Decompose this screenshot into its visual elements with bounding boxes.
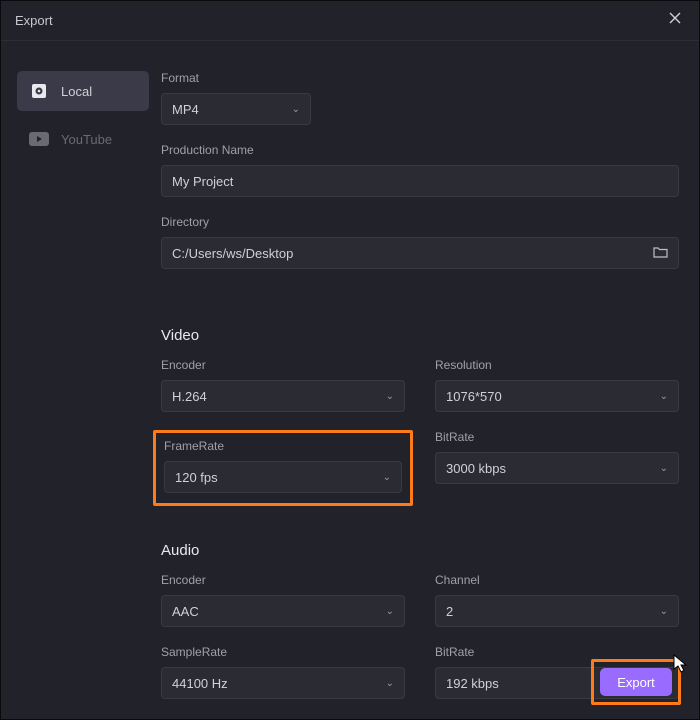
production-name-value: My Project: [172, 174, 233, 189]
resolution-select[interactable]: 1076*570 ⌄: [435, 380, 679, 412]
window-title: Export: [15, 13, 53, 28]
samplerate-value: 44100 Hz: [172, 676, 228, 691]
video-heading: Video: [161, 327, 679, 344]
local-icon: [29, 83, 49, 99]
titlebar: Export: [1, 1, 699, 41]
directory-label: Directory: [161, 215, 679, 229]
directory-value: C:/Users/ws/Desktop: [172, 246, 293, 261]
audio-encoder-label: Encoder: [161, 573, 405, 587]
production-name-input[interactable]: My Project: [161, 165, 679, 197]
framerate-highlight: FrameRate 120 fps ⌄: [153, 430, 413, 506]
sidebar-item-label: Local: [61, 84, 92, 99]
format-select[interactable]: MP4 ⌄: [161, 93, 311, 125]
close-icon[interactable]: [665, 11, 685, 30]
channel-select[interactable]: 2 ⌄: [435, 595, 679, 627]
format-value: MP4: [172, 102, 199, 117]
directory-input[interactable]: C:/Users/ws/Desktop: [161, 237, 679, 269]
chevron-down-icon: ⌄: [386, 606, 394, 617]
framerate-label: FrameRate: [164, 439, 402, 453]
main-panel: Format MP4 ⌄ Production Name My Project …: [161, 41, 699, 719]
audio-bitrate-label: BitRate: [435, 645, 679, 659]
video-bitrate-select[interactable]: 3000 kbps ⌄: [435, 452, 679, 484]
samplerate-select[interactable]: 44100 Hz ⌄: [161, 667, 405, 699]
folder-icon[interactable]: [653, 246, 668, 261]
audio-encoder-select[interactable]: AAC ⌄: [161, 595, 405, 627]
video-encoder-select[interactable]: H.264 ⌄: [161, 380, 405, 412]
chevron-down-icon: ⌄: [660, 391, 668, 402]
chevron-down-icon: ⌄: [292, 104, 300, 115]
channel-value: 2: [446, 604, 453, 619]
sidebar-item-youtube[interactable]: YouTube: [17, 119, 149, 159]
production-name-label: Production Name: [161, 143, 679, 157]
export-button[interactable]: Export: [600, 668, 672, 696]
youtube-icon: [29, 131, 49, 147]
chevron-down-icon: ⌄: [386, 678, 394, 689]
format-label: Format: [161, 71, 679, 85]
video-bitrate-value: 3000 kbps: [446, 461, 506, 476]
video-encoder-value: H.264: [172, 389, 207, 404]
chevron-down-icon: ⌄: [660, 463, 668, 474]
framerate-select[interactable]: 120 fps ⌄: [164, 461, 402, 493]
chevron-down-icon: ⌄: [383, 472, 391, 483]
audio-encoder-value: AAC: [172, 604, 199, 619]
sidebar: Local YouTube: [1, 41, 161, 719]
chevron-down-icon: ⌄: [386, 391, 394, 402]
audio-heading: Audio: [161, 542, 679, 559]
framerate-value: 120 fps: [175, 470, 218, 485]
video-bitrate-label: BitRate: [435, 430, 679, 444]
chevron-down-icon: ⌄: [660, 606, 668, 617]
sidebar-item-label: YouTube: [61, 132, 112, 147]
video-encoder-label: Encoder: [161, 358, 405, 372]
export-highlight: Export: [591, 659, 681, 705]
sidebar-item-local[interactable]: Local: [17, 71, 149, 111]
export-dialog: Export Local YouTube Format: [0, 0, 700, 720]
resolution-value: 1076*570: [446, 389, 502, 404]
audio-bitrate-value: 192 kbps: [446, 676, 499, 691]
resolution-label: Resolution: [435, 358, 679, 372]
samplerate-label: SampleRate: [161, 645, 405, 659]
channel-label: Channel: [435, 573, 679, 587]
